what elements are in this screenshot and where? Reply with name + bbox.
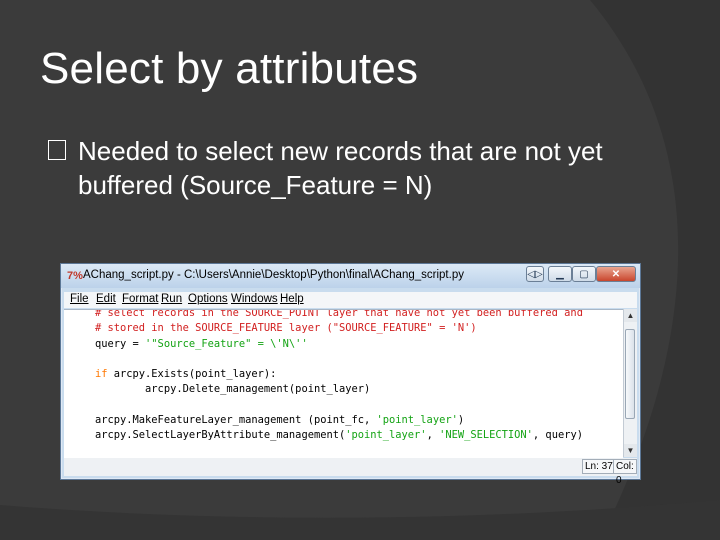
code-line: # stored in the SOURCE_FEATURE layer ("S… — [95, 321, 583, 336]
code-line: arcpy.Delete_management(point_layer) — [95, 382, 583, 397]
menu-edit[interactable]: Edit — [96, 293, 116, 305]
scroll-up-icon[interactable]: ▲ — [624, 309, 637, 322]
status-bar: Ln: 37 Col: 0 — [64, 458, 637, 486]
window-title: AChang_script.py - C:\Users\Annie\Deskto… — [83, 269, 464, 281]
idle-editor-window: 7% AChang_script.py - C:\Users\Annie\Des… — [60, 263, 641, 486]
code-token: # select records in the SOURCE_POINT lay… — [95, 309, 583, 319]
code-token: , query) — [532, 429, 583, 442]
menu-windows[interactable]: Windows — [231, 293, 278, 305]
status-line: Ln: 37 — [582, 459, 616, 474]
maximize-icon[interactable]: ▢ — [572, 266, 596, 282]
code-token: ) — [457, 414, 465, 427]
code-token: , — [426, 429, 440, 442]
code-line: query = '"Source_Feature" = \'N\'' — [95, 337, 583, 352]
code-token: 'point_layer' — [376, 414, 458, 427]
menu-run[interactable]: Run — [161, 293, 182, 305]
code-token: arcpy.MakeFeatureLayer_management (point… — [95, 414, 377, 427]
restore-icon[interactable]: ◁▷ — [526, 266, 544, 282]
code-token: arcpy.SelectLayerByAttribute_management( — [95, 429, 346, 442]
code-token: '"Source_Feature" = \'N\'' — [145, 337, 308, 350]
code-token: arcpy.Delete_management(point_layer) — [95, 383, 371, 396]
code-line: if arcpy.Exists(point_layer): — [95, 367, 583, 382]
code-line: arcpy.MakeFeatureLayer_management (point… — [95, 413, 583, 428]
window-titlebar[interactable]: 7% AChang_script.py - C:\Users\Annie\Des… — [61, 264, 640, 288]
minimize-icon[interactable]: ▁ — [548, 266, 572, 282]
scrollbar-thumb[interactable] — [625, 329, 635, 419]
code-token: if — [95, 368, 108, 381]
code-token: 'point_layer' — [345, 429, 427, 442]
scroll-down-icon[interactable]: ▼ — [624, 444, 637, 457]
code-line: arcpy.SelectLayerByAttribute_management(… — [95, 428, 583, 443]
menu-file[interactable]: File — [70, 293, 89, 305]
idle-python-icon: 7% — [67, 270, 83, 282]
bullet-square-icon — [48, 140, 66, 160]
vertical-scrollbar[interactable]: ▲ ▼ — [623, 309, 637, 457]
close-icon[interactable]: ✕ — [596, 266, 636, 282]
code-token: arcpy.Exists(point_layer): — [107, 368, 277, 381]
code-editor[interactable]: # select records in the SOURCE_POINT lay… — [64, 309, 623, 458]
code-line: # select records in the SOURCE_POINT lay… — [95, 309, 583, 321]
bullet-text: Needed to select new records that are no… — [78, 136, 603, 200]
code-token: 'NEW_SELECTION' — [439, 429, 533, 442]
menu-help[interactable]: Help — [280, 293, 304, 305]
slide-title: Select by attributes — [40, 44, 419, 93]
code-text: # select records in the SOURCE_POINT lay… — [95, 309, 583, 444]
code-token: # stored in the SOURCE_FEATURE layer ("S… — [95, 322, 477, 335]
menu-format[interactable]: Format — [122, 293, 158, 305]
bullet-point: Needed to select new records that are no… — [48, 134, 648, 202]
menu-options[interactable]: Options — [188, 293, 228, 305]
code-token: query = — [95, 337, 146, 350]
menu-bar: File Edit Format Run Options Windows Hel… — [64, 292, 637, 308]
status-col: Col: 0 — [613, 459, 637, 486]
